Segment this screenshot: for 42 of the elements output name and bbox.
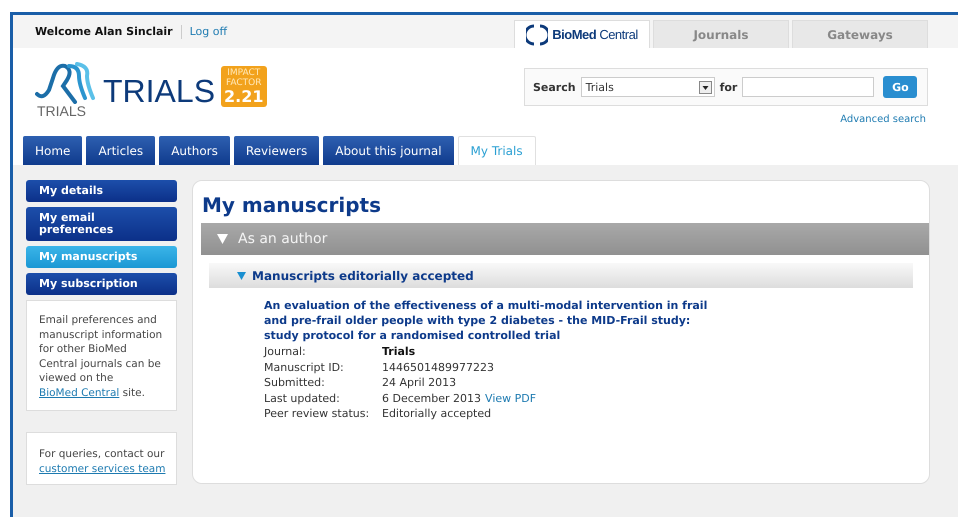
field-value: Trials bbox=[382, 345, 416, 358]
sidebar-item[interactable]: My email preferences bbox=[26, 207, 177, 241]
note-text: Email preferences and manuscript information for other BioMed Central journals can be viewed on the BioMed Central site. bbox=[39, 313, 164, 400]
impact-factor-badge: IMPACT FACTOR 2.21 bbox=[221, 66, 267, 106]
logo-caption: TRIALS bbox=[37, 104, 86, 118]
field-value: 24 April 2013 bbox=[382, 376, 456, 389]
nav-tab[interactable]: Authors bbox=[159, 136, 230, 165]
manuscript-title-link[interactable]: An evaluation of the effectiveness of a multi-modal intervention in frail and pre-frail older people with type 2 diabetes - the MID-Frail study: study protocol for a randomised controlled trial bbox=[264, 298, 714, 343]
search-label: Search bbox=[533, 80, 576, 94]
field-label: Manuscript ID: bbox=[264, 360, 345, 375]
log-off-link[interactable]: Log off bbox=[190, 25, 228, 38]
triangle-icon bbox=[217, 234, 228, 244]
nav-tab[interactable]: Home bbox=[23, 136, 82, 165]
portal-tab[interactable]: BioMed Central bbox=[514, 20, 650, 48]
triangle-icon bbox=[237, 272, 246, 280]
group-header[interactable]: Manuscripts editorially accepted bbox=[209, 263, 913, 288]
sidebar-item[interactable]: My details bbox=[26, 180, 177, 202]
scope-dropdown[interactable]: Trials bbox=[580, 77, 715, 97]
field-label: Submitted: bbox=[264, 376, 326, 390]
ring-logo-icon bbox=[526, 24, 548, 46]
page-title: My manuscripts bbox=[202, 193, 382, 217]
welcome-text: Welcome Alan Sinclair bbox=[35, 25, 173, 38]
search-field[interactable] bbox=[742, 77, 874, 97]
view-pdf-link[interactable]: View PDF bbox=[485, 392, 536, 404]
field-value: Editorially accepted bbox=[382, 407, 492, 420]
field-label: Peer review status: bbox=[264, 407, 370, 422]
field-label: Journal: bbox=[264, 345, 307, 360]
field-value: 6 December 2013 bbox=[382, 392, 482, 404]
field-value: 1446501489977223 bbox=[382, 360, 494, 374]
journal-wordmark: TRIALS bbox=[103, 72, 216, 110]
advanced-search-link[interactable]: Advanced search bbox=[840, 114, 926, 125]
figures-logo-icon bbox=[35, 60, 97, 104]
nav-tab[interactable]: About this journal bbox=[323, 136, 454, 165]
note-text: For queries, contact our customer services team bbox=[39, 447, 166, 476]
note-link[interactable]: BioMed Central bbox=[39, 386, 120, 398]
for-label: for bbox=[720, 80, 738, 94]
sidebar-item[interactable]: My subscription bbox=[26, 273, 177, 295]
nav-tab[interactable]: Reviewers bbox=[234, 136, 320, 165]
note-link[interactable]: customer services team bbox=[39, 462, 166, 474]
go-button[interactable]: Go bbox=[883, 76, 918, 98]
field-label: Last updated: bbox=[264, 392, 341, 406]
nav-tab[interactable]: Articles bbox=[86, 136, 156, 165]
